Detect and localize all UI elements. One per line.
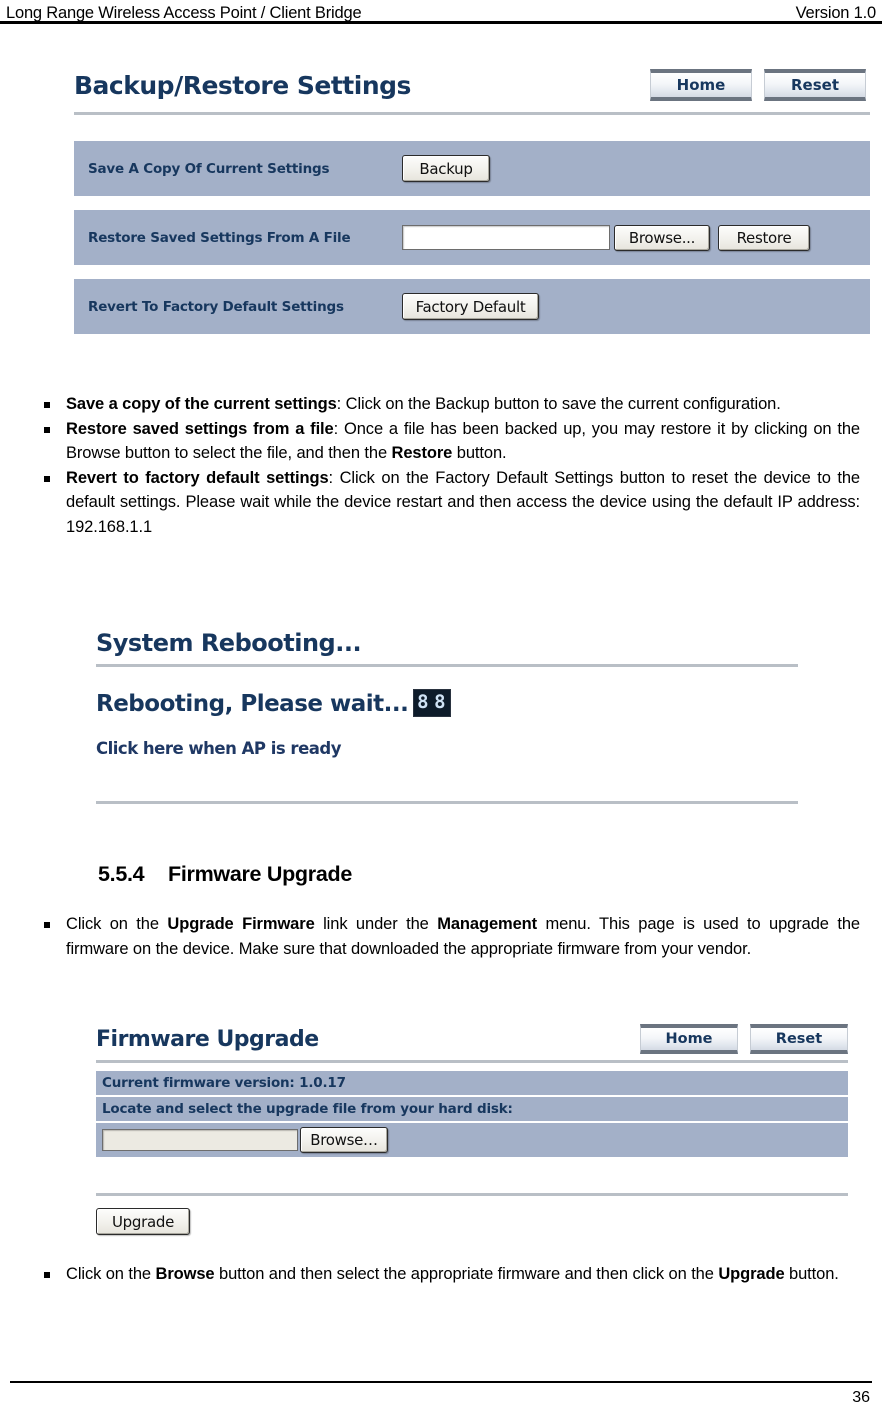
backup-panel-nav-buttons: Home Reset — [638, 69, 870, 101]
firmware-panel-nav-buttons: Home Reset — [628, 1024, 848, 1054]
closing-t1: Click on the — [66, 1265, 156, 1283]
row-restore-control: Browse... Restore — [394, 210, 870, 265]
row-save-copy: Save A Copy Of Current Settings Backup — [74, 141, 870, 196]
backup-restore-settings-panel: Backup/Restore Settings Home Reset Save … — [74, 62, 870, 334]
reset-button[interactable]: Reset — [764, 69, 866, 101]
backup-button[interactable]: Backup — [402, 155, 490, 182]
backup-bullet-list: Save a copy of the current settings: Cli… — [22, 392, 860, 539]
firmware-intro-t1: Click on the — [66, 915, 168, 933]
firmware-home-button[interactable]: Home — [640, 1024, 738, 1054]
row-factory-default-label: Revert To Factory Default Settings — [74, 279, 394, 334]
row-factory-default: Revert To Factory Default Settings Facto… — [74, 279, 870, 334]
firmware-panel-spacer — [96, 1063, 848, 1071]
firmware-intro-b1: Upgrade Firmware — [167, 915, 315, 933]
closing-b1: Browse — [155, 1265, 215, 1283]
bullet-restore-file-lead: Restore saved settings from a file — [66, 419, 334, 438]
bullet-restore-file-body-2: button. — [452, 444, 507, 462]
firmware-browse-button[interactable]: Browse… — [300, 1127, 388, 1153]
reboot-led-digit-2: 8 — [434, 691, 446, 713]
firmware-file-row: Browse… — [96, 1123, 848, 1157]
system-rebooting-panel: System Rebooting... Rebooting, Please wa… — [96, 626, 798, 804]
footer-divider — [10, 1381, 872, 1383]
firmware-intro-bullet-list: Click on the Upgrade Firmware link under… — [22, 912, 860, 961]
row-save-copy-label: Save A Copy Of Current Settings — [74, 141, 394, 196]
bullet-upgrade-firmware-intro: Click on the Upgrade Firmware link under… — [22, 912, 860, 961]
reboot-panel-title: System Rebooting... — [96, 629, 362, 657]
backup-panel-spacer — [74, 115, 870, 141]
reboot-status-row: Rebooting, Please wait... 8 8 — [96, 689, 798, 717]
factory-default-button[interactable]: Factory Default — [402, 293, 539, 320]
reboot-panel-bottom-divider — [96, 801, 798, 804]
bullet-save-copy-lead: Save a copy of the current settings — [66, 395, 337, 413]
backup-panel-header: Backup/Restore Settings Home Reset — [74, 62, 870, 108]
row-gap-1 — [74, 196, 870, 210]
firmware-panel-header: Firmware Upgrade Home Reset — [96, 1018, 848, 1060]
row-factory-default-control: Factory Default — [394, 279, 870, 334]
closing-b2: Upgrade — [718, 1265, 785, 1283]
firmware-section-number: 5.5.4 — [98, 862, 145, 886]
row-restore-from-file: Restore Saved Settings From A File Brows… — [74, 210, 870, 265]
row-gap-2 — [74, 265, 870, 279]
bullet-factory-default-lead: Revert to factory default settings — [66, 468, 329, 487]
bullet-save-copy-body: : Click on the Backup button to save the… — [336, 395, 781, 413]
click-here-when-ap-ready-link[interactable]: Click here when AP is ready — [96, 739, 341, 758]
firmware-reset-button[interactable]: Reset — [750, 1024, 848, 1054]
firmware-file-input[interactable] — [102, 1129, 298, 1151]
firmware-intro-t2: link under the — [314, 915, 438, 933]
firmware-upgrade-action-row: Upgrade — [96, 1196, 848, 1235]
current-firmware-version-row: Current firmware version: 1.0.17 — [96, 1071, 848, 1095]
firmware-panel-title: Firmware Upgrade — [96, 1026, 319, 1052]
reboot-led-digit-1: 8 — [417, 691, 429, 713]
backup-panel-title: Backup/Restore Settings — [74, 70, 411, 100]
reboot-led-display: 8 8 — [412, 689, 451, 717]
bullet-save-copy: Save a copy of the current settings: Cli… — [22, 392, 860, 417]
reboot-ready-link-row: Click here when AP is ready — [96, 739, 798, 759]
page-number: 36 — [852, 1389, 870, 1406]
upgrade-button[interactable]: Upgrade — [96, 1208, 190, 1235]
bullet-factory-default: Revert to factory default settings: Clic… — [22, 466, 860, 540]
row-save-copy-control: Backup — [394, 141, 870, 196]
locate-upgrade-file-row: Locate and select the upgrade file from … — [96, 1097, 848, 1121]
home-button[interactable]: Home — [650, 69, 752, 101]
bullet-restore-file-emphasis: Restore — [391, 444, 453, 462]
firmware-section-title: Firmware Upgrade — [168, 862, 352, 886]
bullet-browse-then-upgrade: Click on the Browse button and then sele… — [22, 1262, 860, 1287]
reboot-status-text: Rebooting, Please wait... — [96, 691, 409, 717]
firmware-section-heading: 5.5.4 Firmware Upgrade — [98, 862, 352, 887]
firmware-intro-b2: Management — [437, 915, 538, 933]
row-restore-label: Restore Saved Settings From A File — [74, 210, 394, 265]
bullet-restore-file: Restore saved settings from a file: Once… — [22, 417, 860, 466]
firmware-panel-gap — [96, 1157, 848, 1193]
closing-t2: button and then select the appropriate f… — [214, 1265, 719, 1283]
closing-t3: button. — [784, 1265, 839, 1283]
restore-button[interactable]: Restore — [718, 224, 810, 251]
header-divider — [0, 21, 882, 24]
closing-bullet-list: Click on the Browse button and then sele… — [22, 1262, 860, 1287]
reboot-panel-title-divider — [96, 664, 798, 667]
restore-file-input[interactable] — [402, 225, 610, 250]
restore-browse-button[interactable]: Browse... — [614, 224, 710, 251]
firmware-upgrade-panel: Firmware Upgrade Home Reset Current firm… — [96, 1018, 848, 1235]
